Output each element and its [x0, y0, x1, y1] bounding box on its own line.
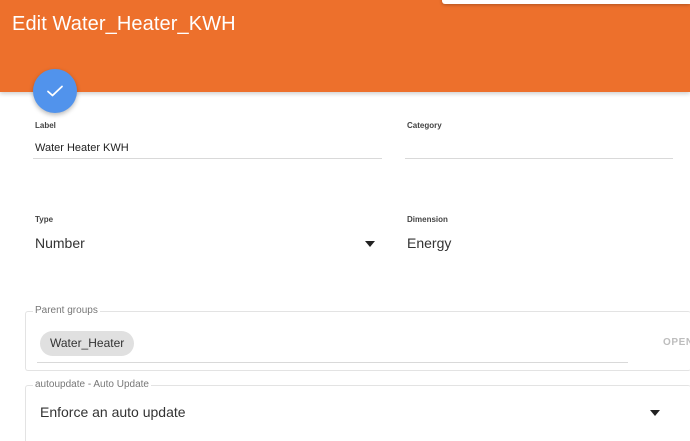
category-field-caption: Category — [407, 121, 442, 130]
save-fab-button[interactable] — [33, 69, 77, 113]
type-dropdown-arrow-icon[interactable] — [365, 241, 375, 247]
autoupdate-select[interactable]: Enforce an auto update — [40, 404, 665, 422]
dimension-value: Energy — [407, 235, 452, 251]
category-input-underline — [405, 158, 673, 159]
popup-overlay-edge — [442, 0, 690, 4]
parent-group-chip[interactable]: Water_Heater — [40, 331, 135, 356]
autoupdate-legend: autoupdate - Auto Update — [33, 379, 151, 390]
page-title: Edit Water_Heater_KWH — [12, 13, 236, 35]
label-input-underline — [33, 158, 382, 159]
category-input[interactable] — [407, 142, 673, 156]
autoupdate-dropdown-arrow-icon[interactable] — [650, 410, 660, 416]
parent-groups-legend: Parent groups — [33, 305, 100, 316]
label-input[interactable]: Water Heater KWH — [35, 142, 129, 154]
open-groups-button[interactable]: OPEN — [663, 337, 690, 348]
checkmark-icon — [47, 85, 63, 97]
type-field-caption: Type — [35, 215, 54, 224]
dimension-field-caption: Dimension — [407, 215, 448, 224]
app-header: Edit Water_Heater_KWH — [0, 0, 690, 92]
label-field-caption: Label — [35, 121, 56, 130]
type-select[interactable]: Number — [35, 235, 380, 253]
edit-item-page: Edit Water_Heater_KWH Label Water Heater… — [0, 0, 690, 441]
parent-groups-input-underline — [37, 362, 628, 363]
